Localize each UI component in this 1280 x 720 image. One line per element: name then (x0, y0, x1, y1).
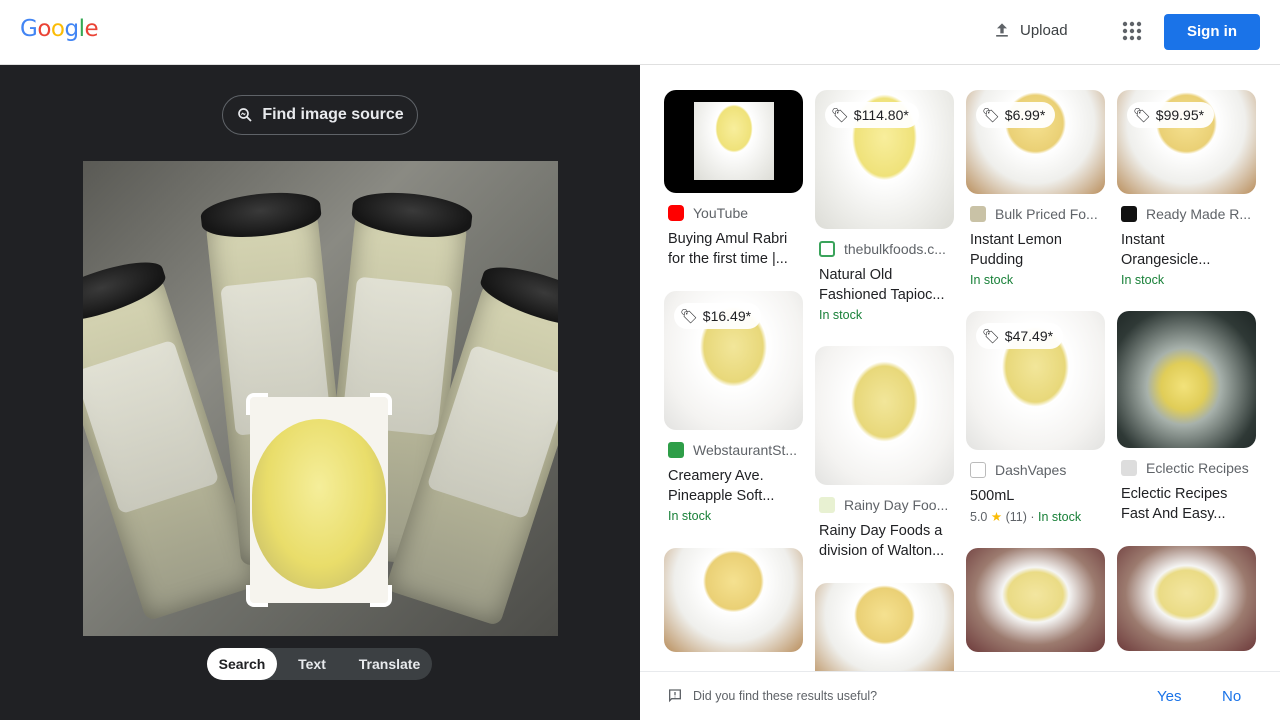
feedback-bar: Did you find these results useful? Yes N… (640, 671, 1280, 720)
bulk-priced-foods-icon (970, 206, 986, 222)
stock-status: In stock (1038, 510, 1082, 524)
lens-mode-switcher: Search Text Translate (207, 648, 432, 680)
rating-score: 5.0 (970, 510, 988, 524)
tag-icon: 🏷 (982, 327, 1000, 344)
mode-text-tab[interactable]: Text (277, 648, 347, 680)
price-tag: 🏷 $99.95* (1127, 102, 1215, 128)
feedback-icon (669, 689, 681, 703)
result-thumbnail[interactable] (1117, 546, 1256, 651)
stock-status: In stock (970, 273, 1014, 287)
result-card[interactable]: Eclectic Recipes Eclectic Recipes Fast A… (1117, 311, 1256, 524)
webstaurant-icon (668, 442, 684, 458)
result-source: DashVapes (995, 462, 1067, 478)
result-card[interactable]: Rainy Day Foo... Rainy Day Foods a divis… (815, 346, 954, 561)
visual-matches-grid: YouTube Buying Amul Rabri for the first … (640, 65, 1280, 671)
price-tag: 🏷 $47.49* (976, 323, 1064, 349)
result-thumbnail[interactable]: 🏷 $47.49* (966, 311, 1105, 450)
result-thumbnail[interactable] (815, 346, 954, 485)
price-tag: 🏷 $6.99* (976, 102, 1056, 128)
result-thumbnail[interactable] (1117, 311, 1256, 448)
crop-handle-bottom-left[interactable] (246, 585, 268, 607)
feedback-no-button[interactable]: No (1222, 688, 1241, 705)
result-source: Eclectic Recipes (1146, 460, 1249, 476)
stock-status: In stock (819, 308, 863, 322)
result-source: Bulk Priced Fo... (995, 206, 1098, 222)
result-card[interactable] (966, 548, 1105, 652)
tag-icon: 🏷 (982, 106, 1000, 123)
result-title[interactable]: Buying Amul Rabri for the first time |..… (668, 229, 803, 269)
result-source: Rainy Day Foo... (844, 497, 949, 513)
result-card[interactable]: 🏷 $47.49* DashVapes 500mL 5.0 ★ (11) · In… (966, 311, 1105, 524)
crop-handle-top-left[interactable] (246, 393, 268, 415)
result-title[interactable]: Creamery Ave. Pineapple Soft... (668, 466, 803, 506)
crop-selection-box[interactable] (246, 393, 392, 607)
top-bar: Google Upload Sign in (0, 0, 1280, 65)
result-title[interactable]: Instant Lemon Pudding (970, 230, 1105, 270)
apps-grid-icon[interactable] (1122, 21, 1142, 41)
image-search-icon (238, 108, 252, 122)
result-title[interactable]: Rainy Day Foods a division of Walton... (819, 521, 954, 561)
result-title[interactable]: Eclectic Recipes Fast And Easy... (1121, 484, 1256, 524)
feedback-yes-button[interactable]: Yes (1157, 688, 1181, 705)
find-image-source-button[interactable]: Find image source (222, 95, 418, 135)
crop-handle-bottom-right[interactable] (370, 585, 392, 607)
result-thumbnail[interactable]: 🏷 $99.95* (1117, 90, 1256, 194)
price-tag: 🏷 $114.80* (825, 102, 919, 128)
result-card[interactable] (1117, 546, 1256, 651)
result-thumbnail[interactable] (966, 548, 1105, 652)
result-title[interactable]: Instant Orangesicle... (1121, 230, 1256, 270)
rating-count: (11) (1005, 510, 1027, 524)
dashvapes-icon (970, 462, 986, 478)
feedback-question: Did you find these results useful? (693, 689, 878, 703)
result-thumbnail[interactable]: 🏷 $6.99* (966, 90, 1105, 194)
tag-icon: 🏷 (1133, 106, 1151, 123)
upload-label: Upload (1020, 21, 1068, 39)
mode-search-tab[interactable]: Search (207, 648, 277, 680)
find-image-source-label: Find image source (262, 106, 404, 123)
ready-made-icon (1121, 206, 1137, 222)
stock-status: In stock (1121, 273, 1165, 287)
result-title[interactable]: Natural Old Fashioned Tapioc... (819, 265, 954, 305)
upload-icon (996, 23, 1008, 37)
rainy-day-foods-icon (819, 497, 835, 513)
rating-line: 5.0 ★ (11) · In stock (970, 510, 1082, 524)
result-card[interactable]: 🏷 $6.99* Bulk Priced Fo... Instant Lemon … (966, 90, 1105, 287)
price-tag: 🏷 $16.49* (674, 303, 762, 329)
result-source: WebstaurantSt... (693, 442, 798, 458)
result-card[interactable] (664, 548, 803, 652)
result-card[interactable]: 🏷 $114.80* thebulkfoods.c... Natural Old … (815, 90, 954, 322)
result-thumbnail[interactable]: 🏷 $114.80* (815, 90, 954, 229)
sign-in-button[interactable]: Sign in (1164, 14, 1260, 50)
tag-icon: 🏷 (831, 106, 849, 123)
result-card[interactable] (815, 583, 954, 671)
youtube-icon (668, 205, 684, 221)
lens-query-panel: Find image source Search Text Translate (0, 65, 640, 720)
result-thumbnail[interactable] (664, 548, 803, 652)
star-icon: ★ (990, 510, 1003, 524)
google-logo[interactable]: Google (20, 16, 99, 42)
result-card[interactable]: 🏷 $16.49* WebstaurantSt... Creamery Ave. … (664, 291, 803, 523)
result-source: Ready Made R... (1146, 206, 1252, 222)
selected-region (250, 397, 388, 603)
result-title[interactable]: 500mL (970, 486, 1105, 506)
mode-translate-tab[interactable]: Translate (347, 648, 432, 680)
thebulkfoods-icon (819, 241, 835, 257)
eclectic-recipes-icon (1121, 460, 1137, 476)
result-source: YouTube (693, 205, 749, 221)
result-thumbnail[interactable]: 🏷 $16.49* (664, 291, 803, 430)
result-thumbnail[interactable] (815, 583, 954, 671)
upload-button[interactable]: Upload (992, 20, 1068, 40)
tag-icon: 🏷 (680, 307, 698, 324)
result-card[interactable]: 🏷 $99.95* Ready Made R... Instant Oranges… (1117, 90, 1256, 287)
result-thumbnail[interactable] (664, 90, 803, 193)
result-card[interactable]: YouTube Buying Amul Rabri for the first … (664, 90, 803, 269)
crop-handle-top-right[interactable] (370, 393, 392, 415)
result-source: thebulkfoods.c... (844, 241, 946, 257)
stock-status: In stock (668, 509, 712, 523)
